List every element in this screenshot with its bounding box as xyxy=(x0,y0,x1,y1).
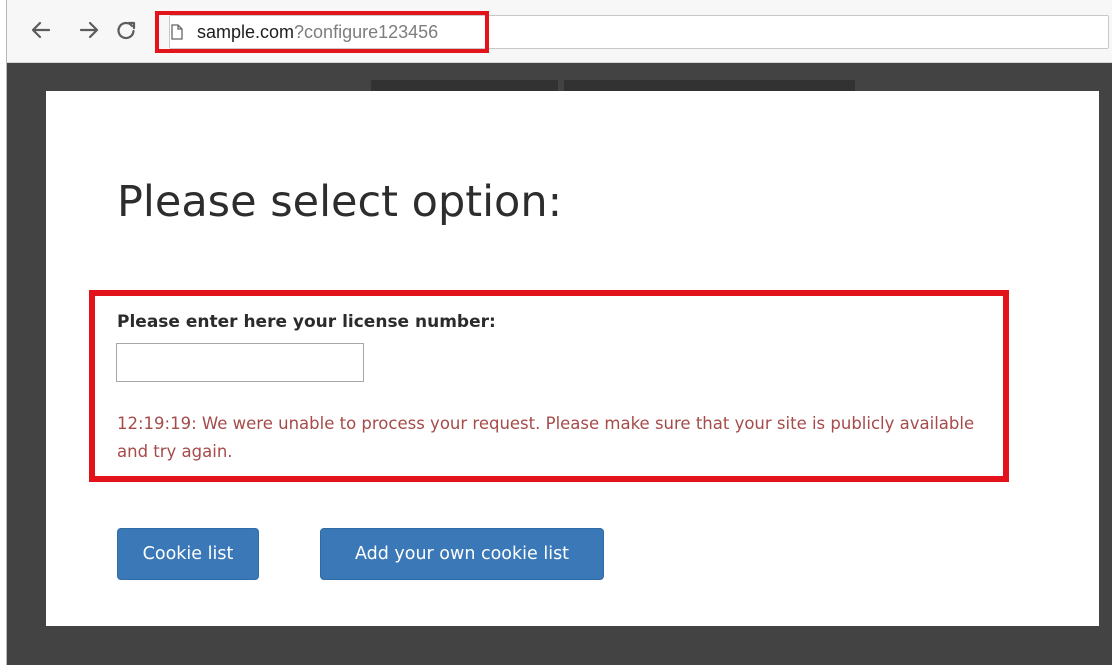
browser-window: sample.com?configure123456 Please select… xyxy=(0,0,1112,665)
dark-tab-strip xyxy=(371,80,558,91)
dark-tab-strip xyxy=(564,80,855,91)
address-highlight-box xyxy=(155,11,489,53)
reload-icon[interactable] xyxy=(114,18,138,42)
arrow-left-icon[interactable] xyxy=(29,18,53,42)
add-cookie-list-button[interactable]: Add your own cookie list xyxy=(320,528,604,580)
error-highlight-box xyxy=(89,290,1009,482)
cookie-list-button[interactable]: Cookie list xyxy=(117,528,259,580)
page-title: Please select option: xyxy=(117,177,563,227)
arrow-right-icon[interactable] xyxy=(77,18,101,42)
